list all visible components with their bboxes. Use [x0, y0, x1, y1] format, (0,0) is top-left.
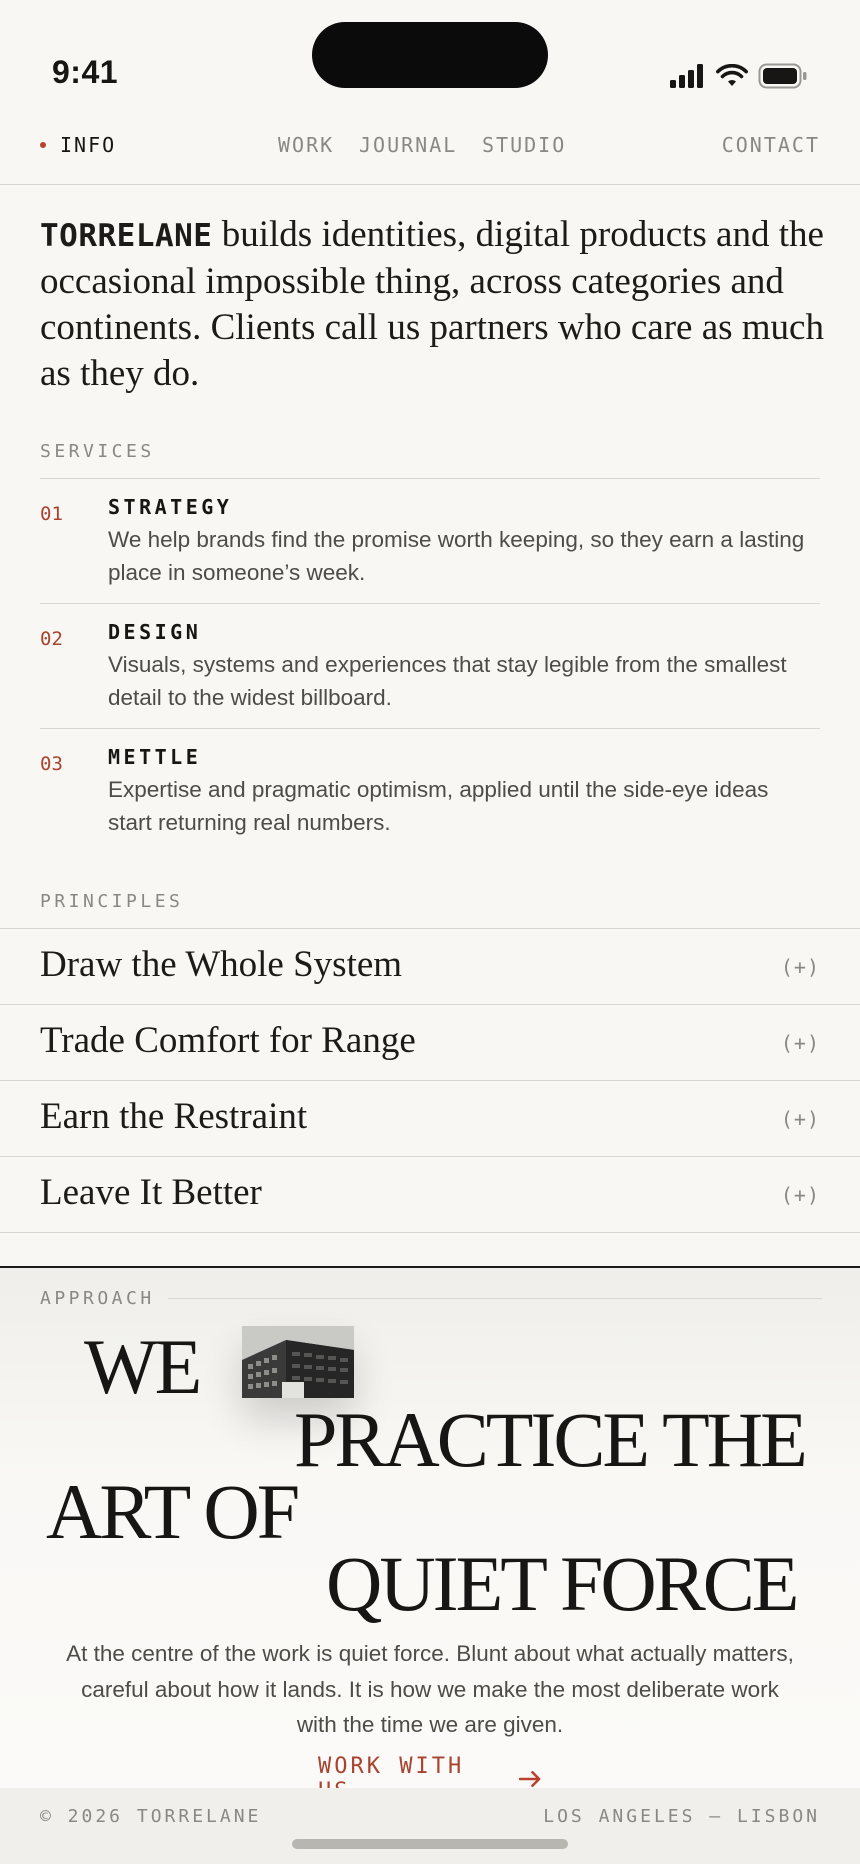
nav-info-label: INFO — [60, 133, 117, 157]
building-photo — [242, 1326, 354, 1398]
services-label: SERVICES — [40, 441, 155, 462]
nav-journal[interactable]: JOURNAL — [359, 133, 457, 157]
top-nav: INFO WORK JOURNAL STUDIO CONTACT — [0, 115, 860, 185]
service-number: 01 — [40, 503, 63, 525]
wifi-icon — [716, 64, 748, 86]
intro-paragraph: TORRELANE builds identities, digital pro… — [40, 212, 830, 397]
status-icons — [670, 62, 808, 90]
principle-row[interactable]: Draw the Whole System (+) — [0, 929, 860, 1005]
footer-copyright: © 2026 TORRELANE — [40, 1806, 262, 1827]
status-time: 9:41 — [52, 54, 119, 90]
service-number: 03 — [40, 753, 63, 775]
arrow-right-icon — [518, 1771, 541, 1787]
dynamic-island — [312, 22, 548, 88]
expand-toggle[interactable]: (+) — [781, 1183, 820, 1207]
nav-work[interactable]: WORK — [278, 133, 334, 157]
battery-icon — [758, 63, 807, 89]
nav-studio[interactable]: STUDIO — [482, 133, 566, 157]
home-indicator[interactable] — [292, 1839, 568, 1849]
service-title: METTLE — [108, 745, 202, 769]
cellular-signal-icon — [670, 64, 703, 88]
service-description: Expertise and pragmatic optimism, applie… — [108, 777, 769, 835]
headline-line-3: ART OF — [46, 1468, 300, 1555]
service-description: Visuals, systems and experiences that st… — [108, 652, 787, 710]
service-item-design: 02 DESIGN Visuals, systems and experienc… — [40, 604, 820, 729]
service-title: STRATEGY — [108, 495, 233, 519]
expand-toggle[interactable]: (+) — [781, 955, 820, 979]
divider — [168, 1298, 822, 1299]
footer: © 2026 TORRELANE LOS ANGELES — LISBON — [0, 1788, 860, 1864]
nav-info[interactable]: INFO — [40, 133, 116, 157]
principle-row[interactable]: Leave It Better (+) — [0, 1157, 860, 1233]
principle-title: Earn the Restraint — [40, 1096, 308, 1137]
expand-toggle[interactable]: (+) — [781, 1031, 820, 1055]
principle-title: Draw the Whole System — [40, 944, 403, 985]
principle-row[interactable]: Earn the Restraint (+) — [0, 1081, 860, 1157]
headline-line-1: WE — [84, 1323, 202, 1410]
principles-accordion: Draw the Whole System (+) Trade Comfort … — [0, 928, 860, 1233]
services-list: 01 STRATEGY We help brands find the prom… — [40, 478, 820, 854]
approach-section: APPROACH WE PRACTICE THE ART OF QUIET FO… — [0, 1266, 860, 1809]
brand-name: TORRELANE — [40, 218, 213, 254]
approach-body: At the centre of the work is quiet force… — [66, 1641, 794, 1737]
status-bar: 9:41 — [0, 0, 860, 115]
principle-title: Leave It Better — [40, 1172, 262, 1213]
active-dot-icon — [40, 142, 46, 148]
headline-line-4: QUIET FORCE — [326, 1540, 799, 1627]
footer-locations: LOS ANGELES — LISBON — [543, 1806, 820, 1827]
principle-row[interactable]: Trade Comfort for Range (+) — [0, 1005, 860, 1081]
building-image-icon — [242, 1326, 354, 1398]
service-description: We help brands find the promise worth ke… — [108, 527, 805, 585]
headline-line-2: PRACTICE THE — [294, 1396, 808, 1483]
service-item-mettle: 03 METTLE Expertise and pragmatic optimi… — [40, 729, 820, 854]
expand-toggle[interactable]: (+) — [781, 1107, 820, 1131]
principle-title: Trade Comfort for Range — [40, 1020, 416, 1061]
approach-label: APPROACH — [40, 1288, 155, 1309]
principles-label: PRINCIPLES — [40, 891, 184, 912]
service-title: DESIGN — [108, 620, 202, 644]
service-number: 02 — [40, 628, 63, 650]
service-item-strategy: 01 STRATEGY We help brands find the prom… — [40, 479, 820, 604]
nav-contact[interactable]: CONTACT — [722, 133, 820, 157]
